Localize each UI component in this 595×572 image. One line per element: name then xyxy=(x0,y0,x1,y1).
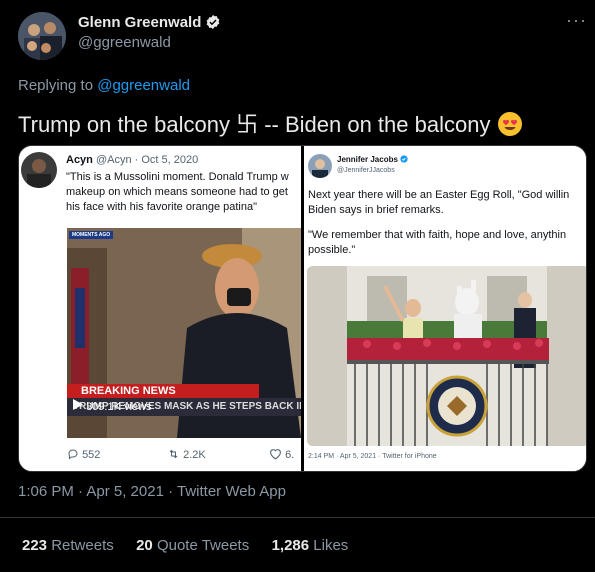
heart-eyes-emoji-icon xyxy=(497,112,522,136)
replying-to-handle-link[interactable]: @ggreenwald xyxy=(97,77,190,94)
acyn-byline: Acyn @Acyn · Oct 5, 2020 xyxy=(66,154,198,166)
author-avatar[interactable] xyxy=(18,12,66,60)
reply-icon xyxy=(68,449,78,460)
biden-balcony-photo[interactable] xyxy=(307,266,586,446)
jacobs-text-line2: Biden says in brief remarks. xyxy=(308,204,444,216)
acyn-text-line1: "This is a Mussolini moment. Donald Trum… xyxy=(66,171,289,183)
likes-stat[interactable]: 1,286 Likes xyxy=(272,537,349,554)
tweet-text: Trump on the balcony 卐 -- Biden on the b… xyxy=(18,107,523,139)
breaking-news-banner: BREAKING NEWS xyxy=(67,384,259,398)
swastika-glyph: 卐 xyxy=(236,112,259,137)
tweet-text-part1: Trump on the balcony xyxy=(18,112,237,137)
acyn-avatar xyxy=(21,152,57,188)
acyn-reply-action[interactable]: 552 xyxy=(67,448,100,461)
acyn-name: Acyn xyxy=(66,154,93,166)
jacobs-footer: 2:14 PM · Apr 5, 2021 · Twitter for iPho… xyxy=(308,453,437,460)
replying-to: Replying to @ggreenwald xyxy=(18,77,190,94)
retweets-stat[interactable]: 223 Retweets xyxy=(22,537,114,554)
biden-balcony-image xyxy=(307,266,586,446)
jacobs-text-line4: possible." xyxy=(308,244,356,256)
tweet-text-part2: -- Biden on the balcony xyxy=(258,112,497,137)
tweet-image[interactable]: Acyn @Acyn · Oct 5, 2020 "This is a Muss… xyxy=(18,145,587,472)
jacobs-tweet-text: Next year there will be an Easter Egg Ro… xyxy=(308,188,569,258)
retweets-count: 223 xyxy=(22,537,48,554)
quotes-count: 20 xyxy=(136,537,153,554)
more-options-icon[interactable]: ··· xyxy=(566,10,587,31)
acyn-tweet-text: "This is a Mussolini moment. Donald Trum… xyxy=(66,170,289,215)
acyn-like-count: 6. xyxy=(285,449,295,461)
stats-divider xyxy=(0,517,595,518)
likes-count: 1,286 xyxy=(271,537,310,554)
acyn-handle: @Acyn xyxy=(95,154,132,166)
replying-to-prefix: Replying to xyxy=(18,77,98,94)
acyn-retweet-action[interactable]: 2.2K xyxy=(167,448,206,461)
tweet-timestamp[interactable]: 1:06 PM · Apr 5, 2021 · Twitter Web App xyxy=(18,483,286,500)
acyn-date: · Oct 5, 2020 xyxy=(134,154,199,166)
jacobs-text-line3: "We remember that with faith, hope and l… xyxy=(308,229,567,241)
acyn-like-action[interactable]: 6. xyxy=(269,448,294,461)
jacobs-name-text: Jennifer Jacobs xyxy=(337,155,398,164)
jacobs-verified-icon xyxy=(400,155,408,163)
acyn-text-line2: makeup on which means someone had to get xyxy=(66,186,288,198)
moments-ago-tag: MOMENTS AGO xyxy=(69,231,114,239)
jacobs-text-line1: Next year there will be an Easter Egg Ro… xyxy=(308,189,570,201)
verified-badge-icon xyxy=(207,15,220,29)
jacobs-avatar xyxy=(308,154,332,178)
tweet-stats: 223 Retweets 20 Quote Tweets 1,286 Likes xyxy=(22,537,348,554)
heart-icon xyxy=(270,449,281,460)
retweet-icon xyxy=(169,449,178,459)
author-handle[interactable]: @ggreenwald xyxy=(78,34,171,51)
likes-label: Likes xyxy=(313,537,349,554)
author-name-text: Glenn Greenwald xyxy=(78,14,202,31)
right-screenshot-panel: Jennifer Jacobs @JenniferJJacobs Next ye… xyxy=(304,146,586,471)
avatar-image xyxy=(18,12,66,60)
jacobs-name: Jennifer Jacobs xyxy=(337,155,408,164)
acyn-text-line3: his face with his favorite orange patina… xyxy=(66,201,258,213)
quote-tweets-stat[interactable]: 20 Quote Tweets xyxy=(136,537,249,554)
video-views: 309.1K views xyxy=(73,398,152,416)
retweets-label: Retweets xyxy=(51,537,114,554)
trump-video[interactable]: MOMENTS AGO BREAKING NEWS TRUMP REMOVES … xyxy=(67,228,301,438)
jacobs-handle: @JenniferJJacobs xyxy=(337,167,395,174)
views-count: 309.1K views xyxy=(86,401,152,413)
acyn-reply-count: 552 xyxy=(82,449,101,461)
quotes-label: Quote Tweets xyxy=(156,537,250,554)
author-name[interactable]: Glenn Greenwald xyxy=(78,14,221,31)
play-icon[interactable] xyxy=(73,399,83,410)
left-screenshot-panel: Acyn @Acyn · Oct 5, 2020 "This is a Muss… xyxy=(19,146,301,471)
acyn-retweet-count: 2.2K xyxy=(183,449,206,461)
